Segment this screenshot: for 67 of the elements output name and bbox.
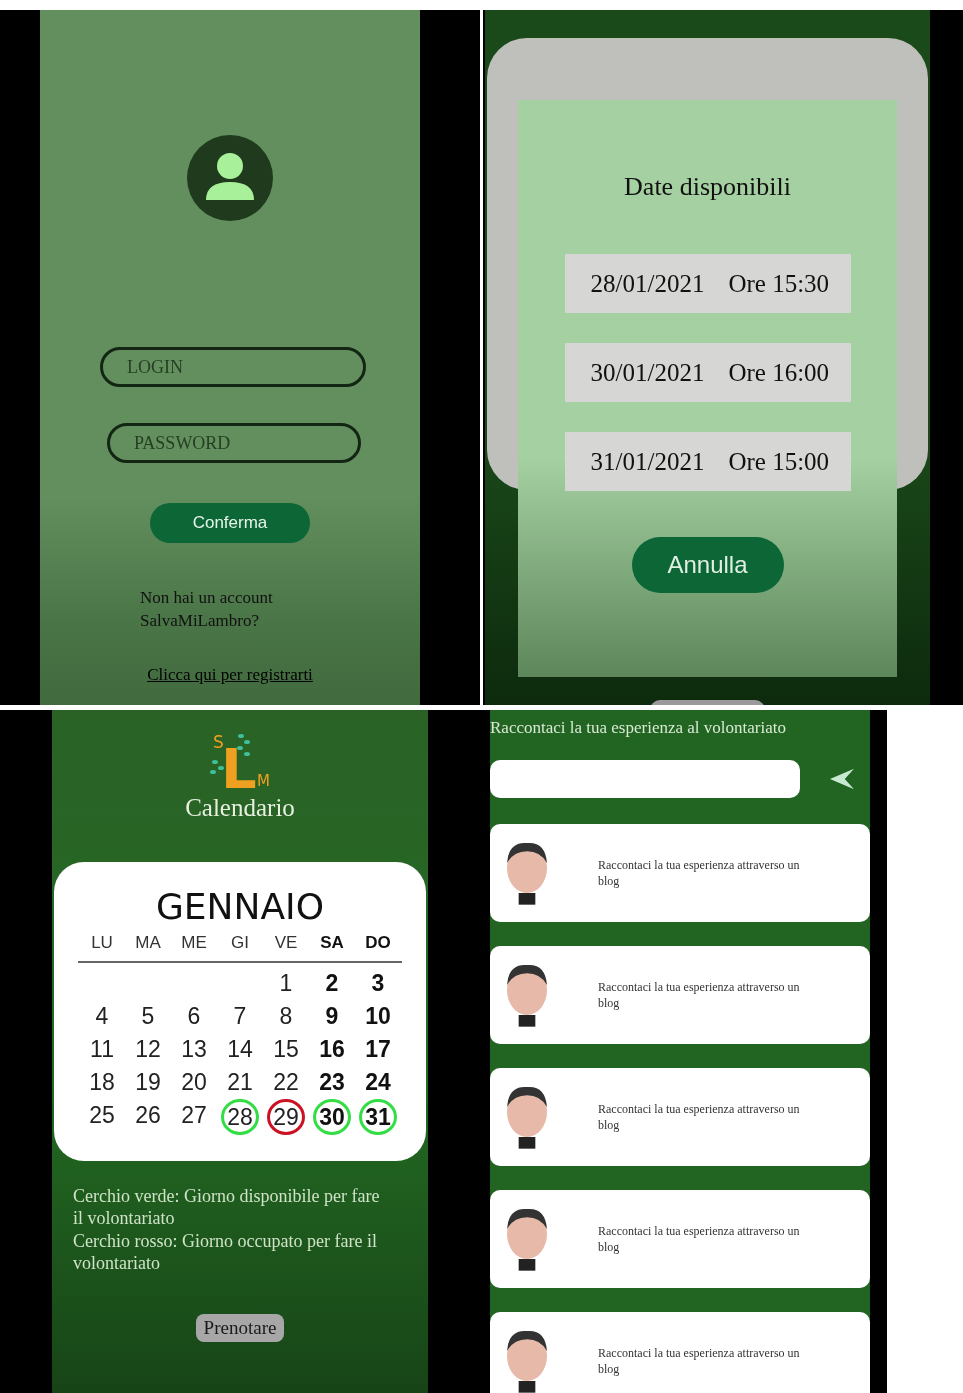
user-icon [186,134,274,222]
send-icon[interactable] [828,767,856,791]
calendar-day[interactable]: 16 [314,1033,350,1066]
weekday-label: DO [365,933,391,953]
calendar-day[interactable]: 10 [360,1000,396,1033]
calendar-day[interactable]: 27 [176,1099,212,1132]
confirm-button[interactable]: Conferma [150,503,310,543]
screen-heading: Raccontaci la tua esperienza al volontariato [490,718,787,738]
blog-post-card[interactable]: Raccontaci la tua esperienza attraverso un blog [490,1068,870,1166]
calendar-day[interactable]: 17 [360,1033,396,1066]
legend-text: Cerchio rosso: Giorno occupato per fare il volontariato [73,1229,378,1275]
weekday-label: MA [135,933,161,953]
post-text: Raccontaci la tua esperienza attraverso un blog [598,978,801,1012]
calendar-day[interactable]: 18 [84,1066,120,1099]
legend-text: Cerchio verde: Giorno disponibile per fare il volontariato [73,1185,381,1230]
date-option[interactable]: 28/01/2021 Ore 15:30 [564,254,851,313]
password-field[interactable]: PASSWORD [107,423,361,463]
blog-post-card[interactable]: Raccontaci la tua esperienza attraverso un blog [490,1190,870,1288]
post-text: Raccontaci la tua esperienza attraverso un blog [598,1344,801,1378]
weekday-label: GI [231,933,249,953]
calendar-day[interactable]: 12 [130,1033,166,1066]
calendar-day[interactable]: 23 [314,1066,350,1099]
calendar-day[interactable]: 21 [222,1066,258,1099]
post-text: Raccontaci la tua esperienza attraverso un blog [598,856,801,890]
weekday-label: SA [320,933,344,953]
calendar-day[interactable]: 24 [360,1066,396,1099]
post-text: Raccontaci la tua esperienza attraverso un blog [598,1222,801,1256]
calendar-day[interactable]: 19 [130,1066,166,1099]
calendar-day[interactable]: 8 [268,1000,304,1033]
calendar-day[interactable]: 28 [221,1099,259,1135]
no-account-text: Non hai un account SalvaMiLambro? [140,587,274,632]
calendar-day[interactable]: 7 [222,1000,258,1033]
message-field[interactable] [490,760,800,798]
blog-post-card[interactable]: Raccontaci la tua esperienza attraverso un blog [490,824,870,922]
book-button[interactable]: Prenotare [195,1314,285,1343]
weekday-label: VE [274,933,298,953]
calendar-day[interactable]: 31 [359,1099,397,1135]
calendar-day[interactable]: 29 [267,1099,305,1135]
blog-post-card[interactable]: Raccontaci la tua esperienza attraverso un blog [490,946,870,1044]
login-field[interactable]: LOGIN [100,347,366,387]
month-title: GENNAIO [155,886,325,927]
calendar-day[interactable]: 13 [176,1033,212,1066]
date-option[interactable]: 31/01/2021 Ore 15:00 [564,432,851,491]
calendar-day[interactable]: 20 [176,1066,212,1099]
screen-title: Calendario [185,794,295,822]
calendar-day[interactable]: 9 [314,1000,350,1033]
calendar-day[interactable]: 14 [222,1033,258,1066]
calendar-day[interactable]: 2 [314,967,350,1000]
calendar-day[interactable]: 11 [84,1033,120,1066]
calendar-day[interactable]: 26 [130,1099,166,1132]
calendar-day[interactable]: 1 [268,967,304,1000]
weekday-label: LU [91,933,113,953]
blog-post-card[interactable]: Raccontaci la tua esperienza attraverso un blog [490,1312,870,1393]
weekday-label: ME [181,933,207,953]
calendar-day[interactable]: 5 [130,1000,166,1033]
dialog-title: Date disponibili [624,172,791,202]
calendar-day[interactable]: 15 [268,1033,304,1066]
calendar-day[interactable]: 22 [268,1066,304,1099]
calendar-day[interactable]: 4 [84,1000,120,1033]
post-text: Raccontaci la tua esperienza attraverso un blog [598,1100,801,1134]
calendar-day[interactable]: 25 [84,1099,120,1132]
date-option[interactable]: 30/01/2021 Ore 16:00 [564,343,851,402]
calendar-day[interactable]: 3 [360,967,396,1000]
cancel-button[interactable]: Annulla [631,537,784,593]
register-link[interactable]: Clicca qui per registrarti [147,664,313,685]
calendar-day[interactable]: 6 [176,1000,212,1033]
calendar-day[interactable]: 30 [313,1099,351,1135]
